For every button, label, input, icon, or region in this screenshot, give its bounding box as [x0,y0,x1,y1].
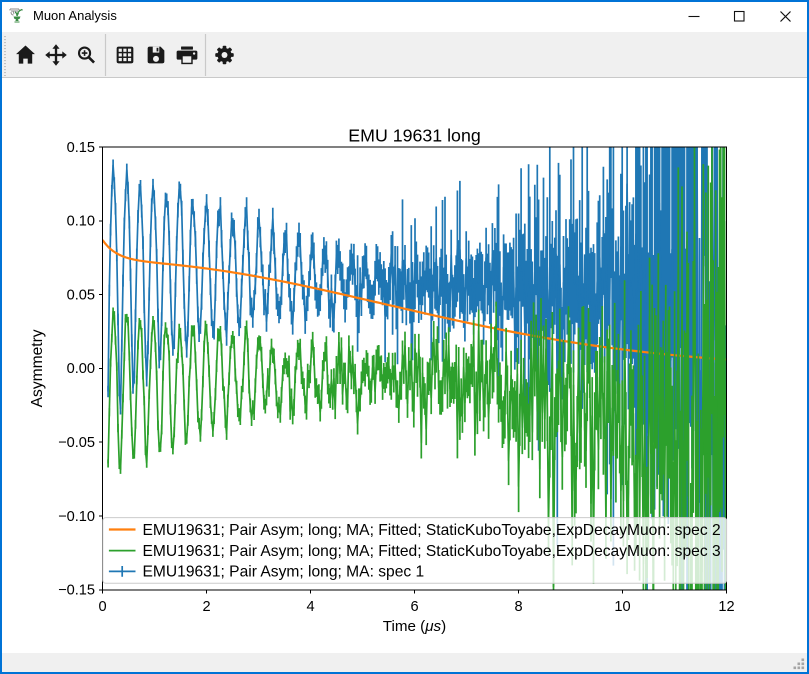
svg-text:Asymmetry: Asymmetry [29,329,46,407]
svg-text:0.10: 0.10 [67,214,95,230]
svg-text:2: 2 [203,599,211,615]
svg-text:EMU19631; Pair Asym; long; MA:: EMU19631; Pair Asym; long; MA: spec 1 [143,564,425,581]
svg-text:6: 6 [410,599,418,615]
svg-text:8: 8 [514,599,522,615]
svg-text:0.00: 0.00 [67,361,95,377]
svg-text:EMU19631; Pair Asym; long; MA;: EMU19631; Pair Asym; long; MA; Fitted; S… [143,522,721,539]
svg-text:0.05: 0.05 [67,287,95,303]
svg-text:12: 12 [718,599,734,615]
svg-text:4: 4 [307,599,315,615]
svg-text:−0.15: −0.15 [58,583,95,599]
svg-text:0: 0 [99,599,107,615]
svg-text:0.15: 0.15 [67,140,95,156]
svg-text:EMU 19631 long: EMU 19631 long [348,126,480,146]
svg-text:Time (μs): Time (μs) [383,618,446,635]
svg-text:10: 10 [614,599,630,615]
svg-text:−0.05: −0.05 [58,435,95,451]
svg-text:EMU19631; Pair Asym; long; MA;: EMU19631; Pair Asym; long; MA; Fitted; S… [143,543,721,560]
svg-text:−0.10: −0.10 [58,509,95,525]
